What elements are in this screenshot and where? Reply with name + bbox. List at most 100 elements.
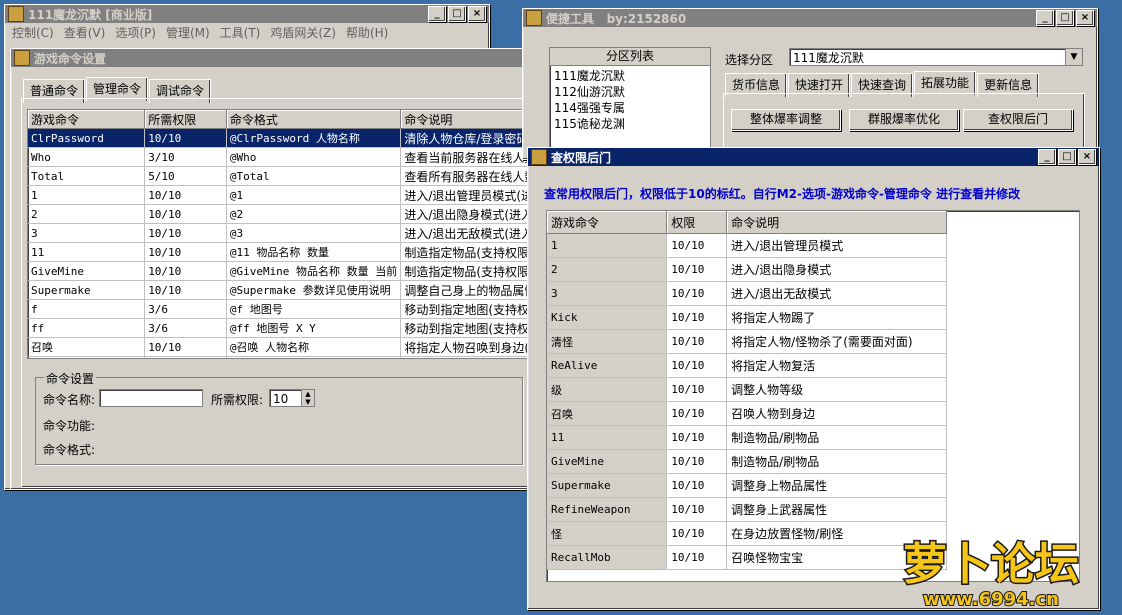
cell-command: ReAlive [547, 353, 668, 378]
table-row[interactable]: ff 3/6 @ff 地图号 X Y 移动到指定地图(支持权 [28, 318, 531, 338]
cell-command: 召唤 [28, 337, 146, 357]
cell-command: Who [28, 147, 146, 167]
cell-permission: 10/10 [144, 128, 227, 148]
cell-description: 调整身上物品属性 [726, 473, 947, 498]
table-row[interactable]: 召唤 10/10 @召唤 人物名称 将指定人物召唤到身边(支 [28, 337, 531, 357]
group-droprate-button[interactable]: 群服爆率优化 [849, 109, 959, 131]
list-item[interactable]: 112仙游沉默 [554, 84, 706, 100]
cell-format: @Total [226, 166, 402, 186]
tool-window-titlebar[interactable]: 便捷工具 by:2152860 _ □ × [523, 9, 1097, 27]
table-row[interactable]: Supermake 10/10 调整身上物品属性 [547, 473, 947, 498]
cell-command: RecallMob [547, 545, 668, 570]
table-row[interactable]: Supermake 10/10 @Supermake 参数详见使用说明 调整自己身上的… [28, 280, 531, 300]
main-window-titlebar[interactable]: 111魔龙沉默 [商业版] _ □ × [5, 5, 489, 23]
table-row[interactable]: 2 10/10 进入/退出隐身模式 [547, 257, 947, 282]
cell-description: 查看所有服务器在线人数 [400, 166, 531, 186]
cell-permission: 3/6 [144, 299, 227, 319]
table-row[interactable]: 2 10/10 @2 进入/退出隐身模式(进入 [28, 204, 531, 224]
minimize-icon[interactable]: _ [1036, 10, 1054, 26]
overall-droprate-button[interactable]: 整体爆率调整 [731, 109, 841, 131]
table-row[interactable]: 清怪 10/10 将指定人物/怪物杀了(需要面对面) [547, 329, 947, 354]
table-row[interactable]: 1 10/10 @1 进入/退出管理员模式(进 [28, 185, 531, 205]
cmd-name-input[interactable] [99, 389, 203, 407]
col-permission[interactable]: 权限 [666, 211, 728, 234]
cell-permission: 10/10 [666, 257, 728, 282]
tab-extensions[interactable]: 拓展功能 [914, 71, 977, 95]
partition-select[interactable]: 111魔龙沉默 ▼ [789, 48, 1083, 66]
table-row[interactable]: 11 10/10 制造物品/刷物品 [547, 425, 947, 450]
partition-list[interactable]: 分区列表 111魔龙沉默 112仙游沉默 114强强专属 115诡秘龙渊 [549, 47, 711, 159]
app-icon [531, 149, 547, 165]
table-row[interactable]: 11 10/10 @11 物品名称 数量 制造指定物品(支持权限 [28, 242, 531, 262]
col-description[interactable]: 命令说明 [726, 211, 947, 234]
cmd-table[interactable]: 游戏命令 所需权限 命令格式 命令说明 ClrPassword 10/10 @Clr… [27, 109, 531, 359]
list-item[interactable]: 115诡秘龙渊 [554, 116, 706, 132]
table-row[interactable]: 级 10/10 调整人物等级 [547, 377, 947, 402]
chevron-down-icon[interactable]: ▼ [1065, 49, 1082, 65]
cell-permission: 10/10 [144, 356, 227, 358]
menu-gateway[interactable]: 鸡盾网关(Z) [265, 24, 341, 41]
cell-command: 怪 [547, 521, 668, 546]
table-row[interactable]: Kick 10/10 将指定人物踢了 [547, 305, 947, 330]
table-row[interactable]: Total 5/10 @Total 查看所有服务器在线人数 [28, 166, 531, 186]
close-icon[interactable]: × [468, 6, 486, 22]
table-row[interactable]: ReAlive 10/10 将指定人物复活 [547, 353, 947, 378]
list-item[interactable]: 114强强专属 [554, 100, 706, 116]
cell-description: 召唤人物到身边 [726, 401, 947, 426]
col-permission[interactable]: 所需权限 [144, 110, 227, 129]
maximize-icon[interactable]: □ [1058, 149, 1076, 165]
col-command[interactable]: 游戏命令 [547, 211, 668, 234]
cell-description: 制造指定物品(支持权限 [400, 242, 531, 262]
cell-description: 将指定人物召唤到身边(支 [400, 337, 531, 357]
perm-window-titlebar[interactable]: 查权限后门 _ □ × [528, 148, 1099, 166]
menu-control[interactable]: 控制(C) [7, 24, 59, 41]
cmd-func-label: 命令功能: [43, 419, 96, 433]
col-description[interactable]: 命令说明 [400, 110, 531, 129]
cell-command: Kick [547, 305, 668, 330]
col-format[interactable]: 命令格式 [226, 110, 402, 129]
cell-description: 跟踪指定人物(支持权限 [400, 356, 531, 358]
table-row[interactable]: 跟踪10/10@跟踪 人物名称跟踪指定人物(支持权限 [28, 356, 531, 358]
table-row[interactable]: ClrPassword 10/10 @ClrPassword 人物名称 清除人物仓库/… [28, 128, 531, 148]
table-row[interactable]: 召唤 10/10 召唤人物到身边 [547, 401, 947, 426]
cell-description: 将指定人物踢了 [726, 305, 947, 330]
table-row[interactable]: f 3/6 @f 地图号 移动到指定地图(支持权 [28, 299, 531, 319]
minimize-icon[interactable]: _ [1038, 149, 1056, 165]
table-row[interactable]: Who 3/10 @Who 查看当前服务器在线人数 [28, 147, 531, 167]
cmd-window-title: 游戏命令设置 [34, 51, 107, 66]
partition-select-value: 111魔龙沉默 [793, 51, 864, 65]
cell-permission: 10/10 [666, 473, 728, 498]
cmd-window-titlebar[interactable]: 游戏命令设置 [11, 49, 531, 67]
cell-permission: 10/10 [144, 337, 227, 357]
cell-permission: 10/10 [144, 280, 227, 300]
table-row[interactable]: RefineWeapon 10/10 调整身上武器属性 [547, 497, 947, 522]
spin-icon[interactable]: ▲ ▼ [301, 390, 314, 406]
cell-command: 清怪 [547, 329, 668, 354]
table-row[interactable]: 1 10/10 进入/退出管理员模式 [547, 233, 947, 258]
table-row[interactable]: GiveMine 10/10 @GiveMine 物品名称 数量 当前 制造指定物品(… [28, 261, 531, 281]
cell-format: @召唤 人物名称 [226, 337, 402, 357]
menu-options[interactable]: 选项(P) [110, 24, 161, 41]
col-command[interactable]: 游戏命令 [28, 110, 146, 129]
cell-command: 3 [28, 223, 146, 243]
perm-table[interactable]: 游戏命令 权限 命令说明 1 10/10 进入/退出管理员模式 2 10/10 进入/退出… [546, 210, 1080, 582]
cell-description: 将指定人物复活 [726, 353, 947, 378]
menu-help[interactable]: 帮助(H) [341, 24, 393, 41]
cmd-perm-stepper[interactable]: 10 ▲ ▼ [269, 389, 315, 407]
menu-manage[interactable]: 管理(M) [161, 24, 215, 41]
menu-view[interactable]: 查看(V) [59, 24, 111, 41]
close-icon[interactable]: × [1078, 149, 1096, 165]
check-backdoor-button[interactable]: 查权限后门 [963, 109, 1073, 131]
table-row[interactable]: 3 10/10 @3 进入/退出无敌模式(进入 [28, 223, 531, 243]
maximize-icon[interactable]: □ [448, 6, 466, 22]
table-row[interactable]: GiveMine 10/10 制造物品/刷物品 [547, 449, 947, 474]
cell-description: 查看当前服务器在线人数 [400, 147, 531, 167]
minimize-icon[interactable]: _ [428, 6, 446, 22]
menu-tools[interactable]: 工具(T) [215, 24, 266, 41]
maximize-icon[interactable]: □ [1056, 10, 1074, 26]
cell-format: @1 [226, 185, 402, 205]
close-icon[interactable]: × [1076, 10, 1094, 26]
table-row[interactable]: 3 10/10 进入/退出无敌模式 [547, 281, 947, 306]
cell-command: 召唤 [547, 401, 668, 426]
list-item[interactable]: 111魔龙沉默 [554, 68, 706, 84]
